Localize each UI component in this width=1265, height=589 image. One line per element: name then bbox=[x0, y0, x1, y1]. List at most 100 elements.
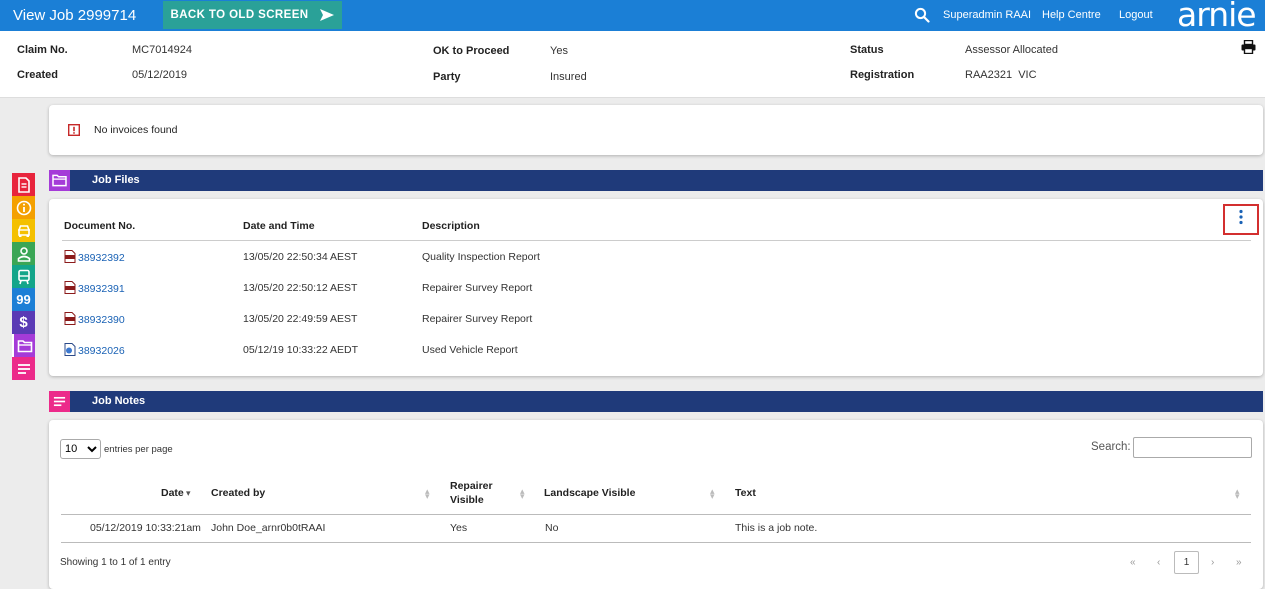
file-description: Repairer Survey Report bbox=[422, 313, 533, 325]
note-repairer-visible: Yes bbox=[450, 522, 468, 534]
job-notes-title: Job Notes bbox=[92, 395, 146, 407]
current-page-button[interactable]: 1 bbox=[1174, 551, 1199, 574]
file-date: 13/05/20 22:50:34 AEST bbox=[243, 251, 358, 263]
party-label: Party bbox=[433, 71, 461, 83]
vehicle-nav-tab[interactable] bbox=[12, 265, 35, 288]
col-document-no: Document No. bbox=[64, 220, 136, 232]
col-repairer-visible-line2[interactable]: Visible bbox=[450, 494, 484, 506]
vehicle-icon bbox=[17, 269, 30, 284]
prev-page-button[interactable]: ‹ bbox=[1157, 557, 1160, 568]
file-description: Quality Inspection Report bbox=[422, 251, 540, 263]
table-row: 38932392 bbox=[64, 250, 125, 264]
invoices-panel: No invoices found bbox=[49, 105, 1263, 155]
col-text[interactable]: Text bbox=[735, 487, 756, 499]
document-link[interactable]: 38932391 bbox=[78, 283, 125, 295]
next-page-button[interactable]: › bbox=[1211, 557, 1214, 568]
col-created-by[interactable]: Created by bbox=[211, 487, 265, 499]
quote-nav-tab[interactable]: 99 bbox=[12, 288, 35, 311]
print-icon[interactable] bbox=[1241, 40, 1256, 54]
notes-row-divider bbox=[61, 542, 1251, 543]
header-divider bbox=[62, 240, 1251, 241]
job-notes-section-header: Job Notes bbox=[49, 391, 1263, 412]
search-label: Search: bbox=[1091, 441, 1131, 453]
person-nav-tab[interactable] bbox=[12, 242, 35, 265]
web-doc-icon bbox=[64, 343, 76, 356]
col-date[interactable]: Date bbox=[161, 487, 184, 499]
note-landscape-visible: No bbox=[545, 522, 559, 534]
file-date: 05/12/19 10:33:22 AEDT bbox=[243, 344, 359, 356]
dollar-nav-tab[interactable]: $ bbox=[12, 311, 35, 334]
user-menu-link[interactable]: Superadmin RAAI bbox=[943, 9, 1031, 21]
note-date: 05/12/2019 10:33:21am bbox=[90, 522, 201, 534]
note-created-by: John Doe_arnr0b0tRAAI bbox=[211, 522, 326, 534]
last-page-button[interactable]: » bbox=[1236, 557, 1242, 568]
file-description: Used Vehicle Report bbox=[422, 344, 518, 356]
col-repairer-visible-line1[interactable]: Repairer bbox=[450, 480, 493, 492]
pdf-icon bbox=[64, 250, 76, 263]
invoice-icon bbox=[17, 176, 30, 193]
job-files-panel: Document No. Date and Time Description 3… bbox=[49, 199, 1263, 376]
send-arrow-icon bbox=[320, 9, 335, 21]
table-row: 38932390 bbox=[64, 312, 125, 326]
notes-icon bbox=[17, 363, 30, 374]
table-row: 38932026 bbox=[64, 343, 125, 357]
registration-label: Registration bbox=[850, 69, 915, 81]
ok-to-proceed-value: Yes bbox=[550, 45, 568, 57]
arnie-logo[interactable]: arnie bbox=[1177, 0, 1257, 31]
col-description: Description bbox=[422, 220, 480, 232]
created-value: 05/12/2019 bbox=[132, 69, 188, 81]
invoice-nav-tab[interactable] bbox=[12, 173, 35, 196]
party-value: Insured bbox=[550, 71, 587, 83]
col-landscape-visible[interactable]: Landscape Visible bbox=[544, 487, 635, 499]
info-icon bbox=[16, 200, 31, 215]
pdf-icon bbox=[64, 312, 76, 325]
notes-nav-tab[interactable] bbox=[12, 357, 35, 380]
document-link[interactable]: 38932392 bbox=[78, 252, 125, 264]
file-description: Repairer Survey Report bbox=[422, 282, 533, 294]
sort-icon: ▴ ▾ bbox=[425, 486, 430, 501]
sort-icon: ▴ ▾ bbox=[1235, 486, 1240, 501]
notes-search-input[interactable] bbox=[1133, 437, 1252, 458]
first-page-button[interactable]: « bbox=[1130, 557, 1136, 568]
document-link[interactable]: 38932390 bbox=[78, 314, 125, 326]
file-date: 13/05/20 22:49:59 AEST bbox=[243, 313, 358, 325]
job-files-title: Job Files bbox=[92, 174, 140, 186]
back-to-old-screen-label: BACK TO OLD SCREEN bbox=[170, 9, 309, 21]
claim-no-label: Claim No. bbox=[17, 44, 68, 56]
entries-per-page-label: entries per page bbox=[104, 444, 173, 455]
sort-icon: ▴ ▾ bbox=[520, 486, 525, 501]
file-date: 13/05/20 22:50:12 AEST bbox=[243, 282, 358, 294]
section-nav-rail: 99 $ bbox=[12, 173, 35, 380]
page-title: View Job 2999714 bbox=[13, 7, 137, 24]
car-nav-tab[interactable] bbox=[12, 219, 35, 242]
folder-nav-tab[interactable] bbox=[12, 334, 35, 357]
back-to-old-screen-button[interactable]: BACK TO OLD SCREEN bbox=[163, 1, 342, 29]
folder-icon bbox=[17, 339, 32, 352]
car-icon bbox=[17, 224, 30, 237]
table-row: 38932391 bbox=[64, 281, 125, 295]
notes-header-divider bbox=[61, 514, 1251, 515]
logout-link[interactable]: Logout bbox=[1119, 9, 1153, 21]
help-centre-link[interactable]: Help Centre bbox=[1042, 9, 1101, 21]
claim-no-value: MC7014924 bbox=[132, 44, 192, 56]
info-nav-tab[interactable] bbox=[12, 196, 35, 219]
no-invoices-message: No invoices found bbox=[94, 124, 178, 136]
sort-desc-icon: ▾ bbox=[186, 488, 191, 498]
job-files-folder-icon bbox=[49, 170, 70, 191]
entries-per-page-select[interactable]: 10 bbox=[60, 439, 101, 459]
status-value: Assessor Allocated bbox=[965, 44, 1058, 56]
job-summary-header: Claim No. MC7014924 Created 05/12/2019 O… bbox=[0, 31, 1265, 98]
ok-to-proceed-label: OK to Proceed bbox=[433, 45, 510, 57]
quote-icon: 99 bbox=[16, 292, 31, 307]
pdf-icon bbox=[64, 281, 76, 294]
registration-value: RAA2321 VIC bbox=[965, 69, 1037, 81]
showing-entries-text: Showing 1 to 1 of 1 entry bbox=[60, 557, 171, 568]
top-bar: View Job 2999714 BACK TO OLD SCREEN Supe… bbox=[0, 0, 1265, 31]
note-text: This is a job note. bbox=[735, 522, 818, 534]
document-link[interactable]: 38932026 bbox=[78, 345, 125, 357]
sort-icon: ▴ ▾ bbox=[710, 486, 715, 501]
status-label: Status bbox=[850, 44, 884, 56]
created-label: Created bbox=[17, 69, 58, 81]
search-icon[interactable] bbox=[914, 7, 930, 23]
more-options-icon[interactable] bbox=[1238, 209, 1244, 225]
